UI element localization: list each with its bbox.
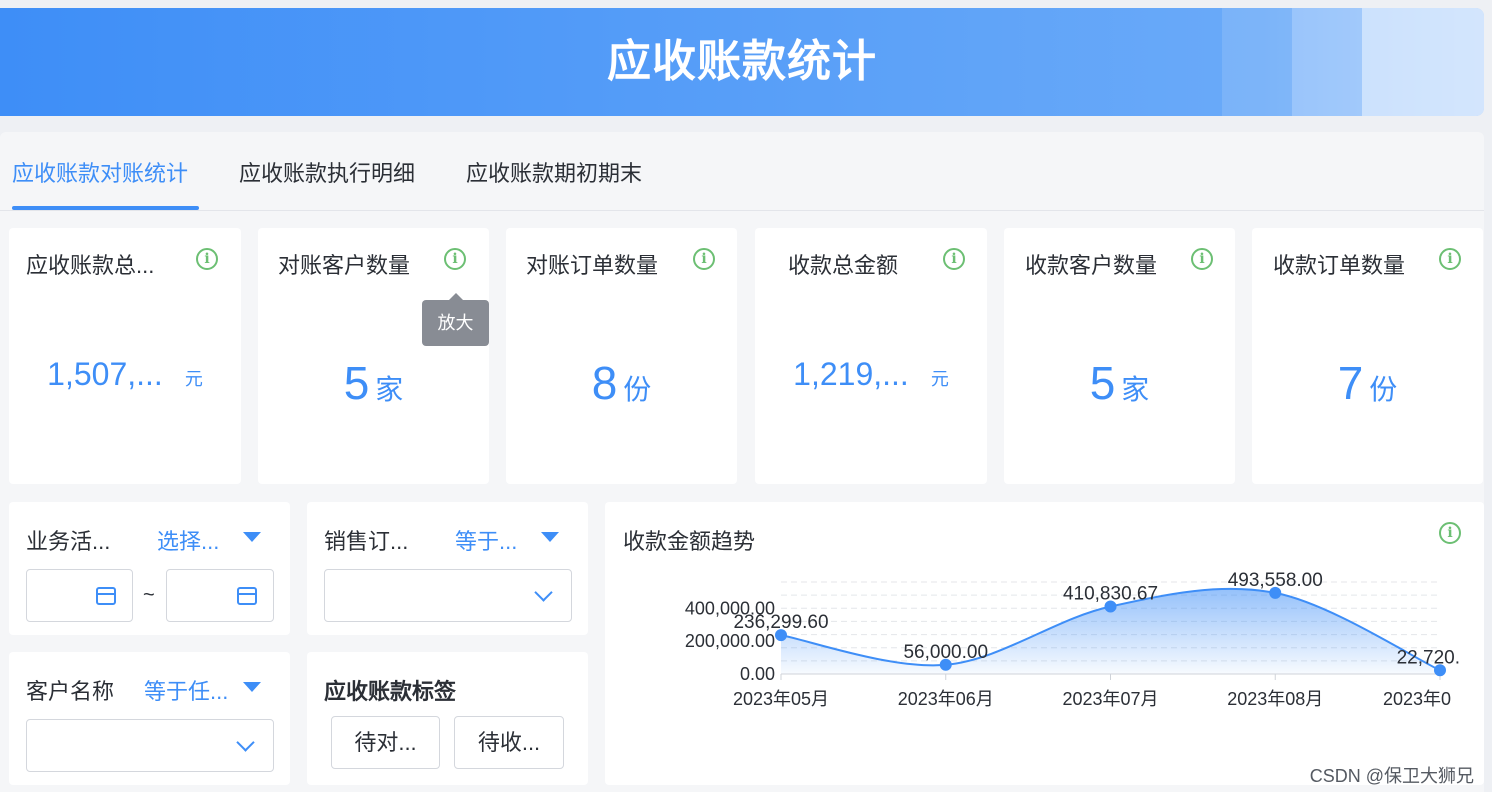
tab-execution-detail[interactable]: 应收账款执行明细	[239, 156, 415, 188]
kpi-value-wrap: 8份	[506, 356, 737, 410]
chevron-down-icon[interactable]	[236, 733, 255, 752]
sales-order-select[interactable]	[324, 569, 572, 622]
filter-label: 业务活...	[26, 529, 111, 554]
chevron-down-icon[interactable]	[534, 583, 553, 602]
kpi-value-wrap: 1,219,... 元	[755, 356, 987, 393]
calendar-icon[interactable]	[96, 587, 116, 605]
kpi-value-wrap: 1,507,... 元	[9, 356, 241, 393]
filter-operator[interactable]: 等于任...	[144, 674, 228, 706]
kpi-title: 对账客户数量	[278, 253, 411, 278]
kpi-card-reconcile-orders: 对账订单数量 i 8份	[506, 228, 737, 484]
watermark: CSDN @保卫大狮兄	[1309, 766, 1474, 786]
filter-label: 销售订...	[324, 529, 409, 554]
kpi-value-wrap: 5家	[1004, 356, 1235, 410]
kpi-card-collection-total: 收款总金额 i 1,219,... 元	[755, 228, 987, 484]
kpi-card-collection-orders: 收款订单数量 i 7份	[1252, 228, 1483, 484]
page-title: 应收账款统计	[607, 37, 877, 86]
filter-receivable-tags: 应收账款标签 待对... 待收...	[307, 652, 588, 785]
kpi-value-wrap: 7份	[1252, 356, 1483, 410]
caret-down-icon[interactable]	[243, 532, 261, 542]
info-icon[interactable]: i	[444, 248, 466, 270]
trend-chart: 400,000.00200,000.000.002023年05月 2023年06月…	[685, 570, 1460, 709]
kpi-title: 收款客户数量	[1025, 253, 1158, 278]
kpi-value: 8	[591, 357, 618, 409]
kpi-title: 收款总金额	[788, 253, 899, 278]
calendar-icon[interactable]	[237, 587, 257, 605]
filter-sales-order: 销售订... 等于...	[307, 502, 588, 635]
date-start-input[interactable]	[26, 569, 133, 622]
info-icon[interactable]: i	[943, 248, 965, 270]
filter-label: 应收账款标签	[324, 679, 457, 704]
filter-customer: 客户名称 等于任...	[9, 652, 290, 785]
x-tick-label: 2023年06月	[898, 689, 994, 709]
caret-down-icon[interactable]	[243, 682, 261, 692]
kpi-value-wrap: 5家	[258, 356, 489, 410]
info-icon[interactable]: i	[1439, 248, 1461, 270]
customer-select[interactable]	[26, 719, 274, 772]
kpi-value: 1,219,...	[793, 356, 909, 392]
filter-label: 客户名称	[26, 679, 115, 704]
kpi-card-reconcile-customers: 对账客户数量 i 5家	[258, 228, 489, 484]
kpi-unit: 家	[1121, 374, 1150, 405]
caret-down-icon[interactable]	[541, 532, 559, 542]
y-tick-label: 0.00	[740, 664, 775, 684]
tag-button[interactable]: 待对...	[331, 716, 440, 769]
x-tick-label: 2023年05月	[733, 689, 829, 709]
kpi-unit: 份	[1369, 374, 1398, 405]
tab-reconciliation-stats[interactable]: 应收账款对账统计	[12, 156, 188, 188]
kpi-value: 7	[1337, 357, 1364, 409]
zoom-tooltip: 放大	[422, 293, 489, 346]
kpi-card-collection-customers: 收款客户数量 i 5家	[1004, 228, 1235, 484]
kpi-value: 1,507,...	[47, 356, 163, 392]
data-label: 410,830.67	[1063, 584, 1158, 605]
kpi-unit: 元	[184, 369, 203, 389]
filter-business-date: 业务活... 选择... ~	[9, 502, 290, 635]
kpi-title: 应收账款总...	[26, 253, 155, 278]
tab-bar: 应收账款对账统计 应收账款执行明细 应收账款期初期末	[0, 132, 1484, 211]
kpi-value: 5	[343, 357, 370, 409]
kpi-title: 对账订单数量	[526, 253, 659, 278]
kpi-value: 5	[1089, 357, 1116, 409]
y-tick-label: 200,000.00	[685, 631, 775, 651]
kpi-unit: 家	[375, 374, 404, 405]
date-end-input[interactable]	[166, 569, 274, 622]
chart-card-collection-trend: 收款金额趋势 i 400,000.00 200,000.00 0.00 2023年05…	[605, 502, 1484, 785]
data-label: 56,000.00	[903, 642, 988, 663]
kpi-card-receivable-total: 应收账款总... i 1,507,... 元	[9, 228, 241, 484]
info-icon[interactable]: i	[196, 248, 218, 270]
x-tick-label: 2023年0	[1383, 689, 1451, 709]
x-tick-label: 2023年07月	[1062, 689, 1158, 709]
tab-opening-closing[interactable]: 应收账款期初期末	[466, 156, 642, 188]
data-label: 236,299.60	[733, 612, 828, 633]
kpi-unit: 份	[623, 374, 652, 405]
tag-button[interactable]: 待收...	[454, 716, 564, 769]
data-label: 22,720.	[1397, 647, 1460, 668]
info-icon[interactable]: i	[1191, 248, 1213, 270]
data-label: 493,558.00	[1228, 570, 1323, 591]
active-tab-indicator	[12, 206, 199, 210]
info-icon[interactable]: i	[693, 248, 715, 270]
kpi-title: 收款订单数量	[1273, 253, 1406, 278]
kpi-unit: 元	[930, 369, 949, 389]
range-separator: ~	[143, 584, 155, 606]
filter-operator[interactable]: 选择...	[157, 524, 219, 556]
filter-operator[interactable]: 等于...	[455, 524, 517, 556]
x-tick-label: 2023年08月	[1227, 689, 1323, 709]
page-header-banner: 应收账款统计	[0, 8, 1484, 116]
